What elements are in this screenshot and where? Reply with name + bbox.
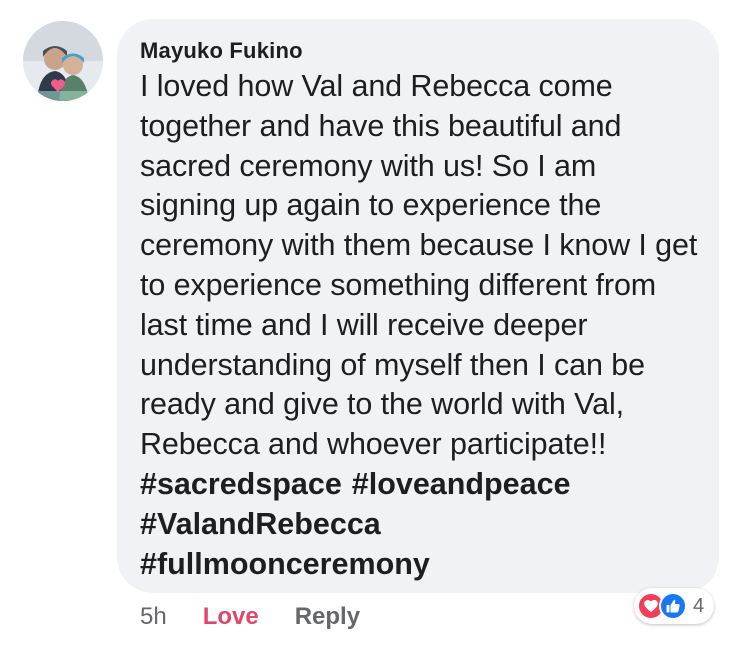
hashtag-row: #sacredspace #loveandpeace <box>140 465 699 505</box>
comment-author[interactable]: Mayuko Fukino <box>140 38 699 64</box>
hashtag-list: #sacredspace #loveandpeace #ValandRebecca… <box>140 465 699 584</box>
avatar[interactable] <box>23 21 103 101</box>
love-button[interactable]: Love <box>203 603 259 631</box>
hashtag-loveandpeace[interactable]: #loveandpeace <box>352 467 571 501</box>
thumbs-up-icon <box>659 592 687 620</box>
comment-timestamp[interactable]: 5h <box>140 603 167 631</box>
reaction-summary[interactable]: 4 <box>634 588 715 624</box>
comment-actions: 5h Love Reply <box>140 600 360 634</box>
hashtag-sacredspace[interactable]: #sacredspace <box>140 467 342 501</box>
hashtag-fullmoonceremony[interactable]: #fullmoonceremony <box>140 545 699 585</box>
comment-bubble: Mayuko Fukino I loved how Val and Rebecc… <box>117 19 719 593</box>
comment-text: I loved how Val and Rebecca come togethe… <box>140 69 698 462</box>
reply-button[interactable]: Reply <box>295 603 360 631</box>
hashtag-valandrebecca[interactable]: #ValandRebecca <box>140 505 699 545</box>
reaction-count: 4 <box>693 594 705 617</box>
avatar-image <box>23 21 103 101</box>
